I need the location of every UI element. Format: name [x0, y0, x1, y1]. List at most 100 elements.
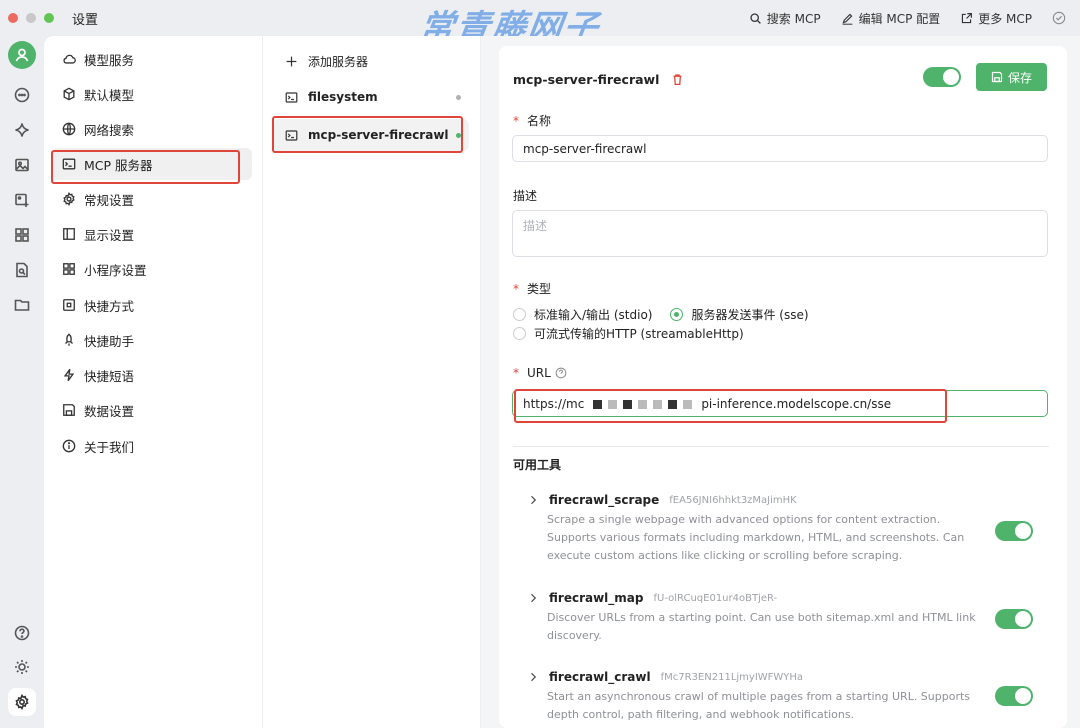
rail-apps-button[interactable] [11, 224, 33, 246]
info-icon [62, 439, 76, 453]
help-circle-icon[interactable] [555, 367, 567, 379]
maximize-window-button[interactable] [44, 13, 54, 23]
minimize-window-button[interactable] [26, 13, 36, 23]
rail-image-button[interactable] [11, 154, 33, 176]
pencil-icon [842, 13, 852, 25]
tool-item: firecrawl_crawl fMc7R3EN211LjmyIWFWYHa S… [513, 668, 1053, 724]
description-textarea[interactable] [512, 210, 1048, 257]
search-mcp-button[interactable]: 搜索 MCP [749, 10, 821, 27]
grid-icon [63, 263, 75, 275]
menu-item-label: 关于我们 [84, 439, 135, 455]
chevron-right-icon[interactable] [527, 494, 539, 506]
file-search-icon [16, 262, 28, 278]
rail-sparkle-button[interactable] [11, 119, 33, 141]
menu-item-4[interactable]: 常规设置 [52, 183, 252, 215]
edit-mcp-config-label: 编辑 MCP 配置 [858, 11, 941, 26]
terminal-icon [285, 129, 298, 141]
name-input[interactable] [512, 135, 1048, 162]
window-controls [0, 13, 54, 23]
server-enabled-toggle[interactable] [923, 67, 961, 87]
rail-help-button[interactable] [11, 622, 33, 644]
save-label: 保存 [1007, 70, 1032, 85]
menu-item-8[interactable]: 快捷助手 [52, 324, 252, 356]
rail-settings-button[interactable] [8, 688, 36, 716]
check-circle-icon[interactable] [1052, 11, 1066, 25]
menu-item-label: MCP 服务器 [84, 157, 153, 173]
rail-knowledge-button[interactable] [11, 259, 33, 281]
name-label: * 名称 [513, 113, 552, 129]
menu-item-label: 数据设置 [84, 403, 135, 419]
chat-bubble-icon [14, 87, 30, 103]
save-button[interactable]: 保存 [976, 63, 1047, 91]
rocket-icon [65, 333, 73, 346]
rail-chat-button[interactable] [11, 84, 33, 106]
type-option-stdio[interactable]: 标准输入/输出 (stdio) [513, 306, 652, 323]
tool-id: fEA56JNI6hhkt3zMaJimHK [669, 494, 797, 506]
tool-description: Start an asynchronous crawl of multiple … [547, 690, 971, 721]
rail-theme-button[interactable] [11, 656, 33, 678]
server-item-mcp-server-firecrawl[interactable]: mcp-server-firecrawl [273, 119, 469, 151]
menu-item-2[interactable]: 网络搜索 [52, 113, 252, 145]
menu-item-label: 小程序设置 [84, 262, 147, 278]
radio-streamable-http[interactable] [513, 327, 526, 340]
url-input[interactable]: https://mc pi-inference.modelscope.cn/ss… [512, 390, 1048, 417]
avatar[interactable] [8, 41, 36, 69]
tool-enabled-toggle[interactable] [995, 686, 1033, 706]
menu-item-0[interactable]: 模型服务 [52, 43, 252, 75]
plus-icon [286, 56, 297, 66]
menu-item-5[interactable]: 显示设置 [52, 218, 252, 250]
server-title: mcp-server-firecrawl [513, 71, 660, 87]
tools-section-title: 可用工具 [513, 458, 562, 472]
menu-item-7[interactable]: 快捷方式 [52, 289, 252, 321]
user-icon [15, 48, 29, 62]
more-mcp-button[interactable]: 更多 MCP [960, 10, 1032, 27]
server-item-filesystem[interactable]: filesystem [273, 81, 469, 113]
tool-description: Scrape a single webpage with advanced op… [547, 513, 965, 562]
delete-server-button[interactable] [671, 73, 684, 86]
menu-item-9[interactable]: 快捷短语 [52, 359, 252, 391]
menu-item-11[interactable]: 关于我们 [52, 430, 252, 462]
menu-item-label: 快捷助手 [84, 333, 135, 349]
tool-enabled-toggle[interactable] [995, 609, 1033, 629]
menu-item-3[interactable]: MCP 服务器 [52, 148, 252, 180]
gear-icon [63, 192, 75, 206]
radio-sse[interactable] [670, 308, 684, 321]
radio-stdio[interactable] [513, 308, 526, 321]
tool-name: firecrawl_scrape [549, 493, 660, 507]
status-dot [456, 94, 461, 100]
type-label: * 类型 [513, 281, 552, 297]
menu-item-1[interactable]: 默认模型 [52, 78, 252, 110]
menu-item-label: 显示设置 [84, 227, 135, 243]
menu-item-label: 常规设置 [84, 192, 135, 208]
layout-icon [63, 228, 75, 240]
type-option-streamable-http[interactable]: 可流式传输的HTTP (streamableHttp) [513, 325, 744, 342]
more-mcp-label: 更多 MCP [978, 11, 1032, 26]
edit-mcp-config-button[interactable]: 编辑 MCP 配置 [841, 10, 941, 27]
help-circle-icon [14, 625, 30, 641]
desc-label: 描述 [513, 189, 538, 203]
icon-rail [0, 36, 44, 728]
gear-icon [15, 694, 29, 710]
rail-translate-button[interactable] [11, 189, 33, 211]
url-suffix: pi-inference.modelscope.cn/sse [701, 396, 892, 411]
type-option-sse[interactable]: 服务器发送事件 (sse) [670, 306, 809, 323]
bolt-icon [63, 368, 75, 382]
close-window-button[interactable] [8, 13, 18, 23]
menu-item-6[interactable]: 小程序设置 [52, 253, 252, 285]
grid-icon [15, 228, 29, 242]
tool-id: fMc7R3EN211LjmyIWFWYHa [660, 671, 804, 683]
image-icon [15, 158, 29, 172]
tool-name: firecrawl_crawl [549, 670, 651, 684]
add-server-button[interactable]: 添加服务器 [273, 45, 469, 77]
tool-description: Discover URLs from a starting point. Can… [547, 611, 976, 642]
cloud-icon [63, 54, 76, 64]
url-redacted [590, 397, 695, 411]
search-icon [750, 12, 761, 24]
tool-enabled-toggle[interactable] [995, 521, 1033, 541]
rail-folder-button[interactable] [11, 294, 33, 316]
chevron-right-icon[interactable] [527, 592, 539, 604]
menu-item-10[interactable]: 数据设置 [52, 394, 252, 426]
chevron-right-icon[interactable] [527, 671, 539, 683]
menu-item-label: 网络搜索 [84, 122, 135, 138]
search-mcp-label: 搜索 MCP [766, 11, 821, 26]
